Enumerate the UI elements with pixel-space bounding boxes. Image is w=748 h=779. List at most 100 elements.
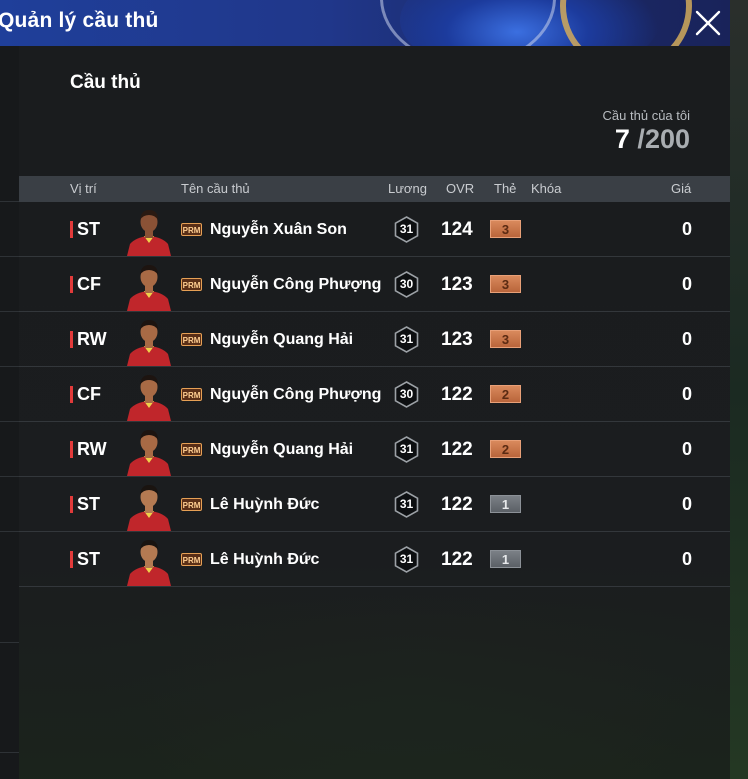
table-row[interactable]: CF PRM Nguyễn Công Phượng 30 123 3 0 (19, 257, 730, 312)
card-level-badge: 3 (490, 275, 521, 293)
player-position: ST (77, 494, 101, 514)
column-header-name[interactable]: Tên cầu thủ (181, 181, 250, 196)
player-portrait-icon (127, 210, 171, 256)
player-salary: 31 (399, 497, 414, 511)
player-price: 0 (681, 274, 692, 294)
table-row[interactable]: ST PRM Nguyễn Xuân Son 31 124 3 0 (19, 202, 730, 257)
player-portrait-icon (127, 375, 171, 421)
card-level-badge: 1 (490, 495, 521, 513)
player-avatar (124, 206, 174, 256)
player-avatar (124, 481, 174, 531)
table-row[interactable]: RW PRM Nguyễn Quang Hải 31 123 3 0 (19, 312, 730, 367)
player-ovr: 122 (441, 549, 473, 570)
player-price: 0 (681, 219, 692, 239)
prm-badge: PRM (181, 223, 202, 236)
position-marker (70, 551, 73, 568)
player-name: Nguyễn Quang Hải (210, 441, 354, 458)
close-button[interactable] (688, 0, 728, 46)
close-icon (695, 10, 721, 36)
position-marker (70, 386, 73, 403)
player-portrait-icon (127, 430, 171, 476)
my-players-label: Cầu thủ của tôi (602, 108, 690, 123)
table-row[interactable]: CF PRM Nguyễn Công Phượng 30 122 2 0 (19, 367, 730, 422)
card-level-badge: 2 (490, 385, 521, 403)
player-position: CF (77, 384, 101, 404)
player-salary: 31 (399, 332, 414, 346)
table-row[interactable]: RW PRM Nguyễn Quang Hải 31 122 2 0 (19, 422, 730, 477)
column-header-card[interactable]: Thẻ (494, 181, 516, 196)
player-avatar (124, 536, 174, 586)
player-ovr: 122 (441, 494, 473, 515)
window-title: Quản lý cầu thủ (0, 9, 159, 32)
position-marker (70, 221, 73, 238)
position-marker (70, 276, 73, 293)
player-avatar (124, 316, 174, 366)
banner-gold-ring-graphic (560, 0, 692, 46)
prm-badge: PRM (181, 333, 202, 346)
table-row[interactable]: ST PRM Lê Huỳnh Đức 31 122 1 0 (19, 477, 730, 532)
player-portrait-icon (127, 540, 171, 586)
player-ovr: 122 (441, 439, 473, 460)
column-header-position[interactable]: Vị trí (70, 181, 97, 196)
salary-badge: 31 (393, 216, 420, 243)
banner-ring-graphic (380, 0, 556, 46)
position-marker (70, 496, 73, 513)
player-salary: 31 (399, 552, 414, 566)
player-salary: 31 (399, 442, 414, 456)
player-ovr: 122 (441, 384, 473, 405)
title-bar: Quản lý cầu thủ (0, 0, 730, 46)
player-avatar (124, 261, 174, 311)
player-avatar (124, 426, 174, 476)
player-ovr: 123 (441, 274, 473, 295)
column-header-salary[interactable]: Lương (388, 181, 427, 196)
prm-badge: PRM (181, 443, 202, 456)
card-level-badge: 1 (490, 550, 521, 568)
player-portrait-icon (127, 485, 171, 531)
player-price: 0 (681, 439, 692, 459)
card-level-badge: 2 (490, 440, 521, 458)
player-count-max: 200 (644, 124, 690, 154)
salary-badge: 30 (393, 381, 420, 408)
card-level-badge: 3 (490, 220, 521, 238)
player-position: ST (77, 549, 101, 569)
prm-badge: PRM (181, 388, 202, 401)
player-position: RW (77, 439, 107, 459)
divider (0, 421, 19, 422)
prm-badge: PRM (181, 553, 202, 566)
player-portrait-icon (127, 320, 171, 366)
divider (0, 531, 19, 532)
column-header-lock[interactable]: Khóa (531, 181, 561, 196)
player-name: Nguyễn Xuân Son (210, 221, 347, 238)
divider (0, 201, 19, 202)
divider (0, 752, 19, 753)
side-panel-edge (0, 46, 19, 779)
salary-badge: 30 (393, 271, 420, 298)
player-count: 7 /200 (615, 124, 690, 155)
background-strip (730, 0, 748, 779)
player-price: 0 (681, 494, 692, 514)
divider (0, 476, 19, 477)
column-header-ovr[interactable]: OVR (446, 181, 474, 196)
player-table-body: ST PRM Nguyễn Xuân Son 31 124 3 0 CF PRM Nguyễn C… (19, 202, 730, 587)
position-marker (70, 441, 73, 458)
player-name: Lê Huỳnh Đức (210, 496, 320, 513)
player-position: CF (77, 274, 101, 294)
prm-badge: PRM (181, 498, 202, 511)
table-row[interactable]: ST PRM Lê Huỳnh Đức 31 122 1 0 (19, 532, 730, 587)
player-avatar (124, 371, 174, 421)
player-name: Lê Huỳnh Đức (210, 551, 320, 568)
divider (0, 366, 19, 367)
prm-badge: PRM (181, 278, 202, 291)
player-price: 0 (681, 329, 692, 349)
column-header-price[interactable]: Giá (671, 181, 691, 196)
salary-badge: 31 (393, 491, 420, 518)
player-salary: 31 (399, 222, 414, 236)
player-ovr: 123 (441, 329, 473, 350)
player-name: Nguyễn Công Phượng (210, 276, 382, 293)
player-count-current: 7 (614, 124, 630, 154)
card-level-badge: 3 (490, 330, 521, 348)
divider (0, 256, 19, 257)
table-header: Vị trí Tên cầu thủ Lương OVR Thẻ Khóa Gi… (19, 176, 730, 202)
player-position: RW (77, 329, 107, 349)
player-price: 0 (681, 549, 692, 569)
